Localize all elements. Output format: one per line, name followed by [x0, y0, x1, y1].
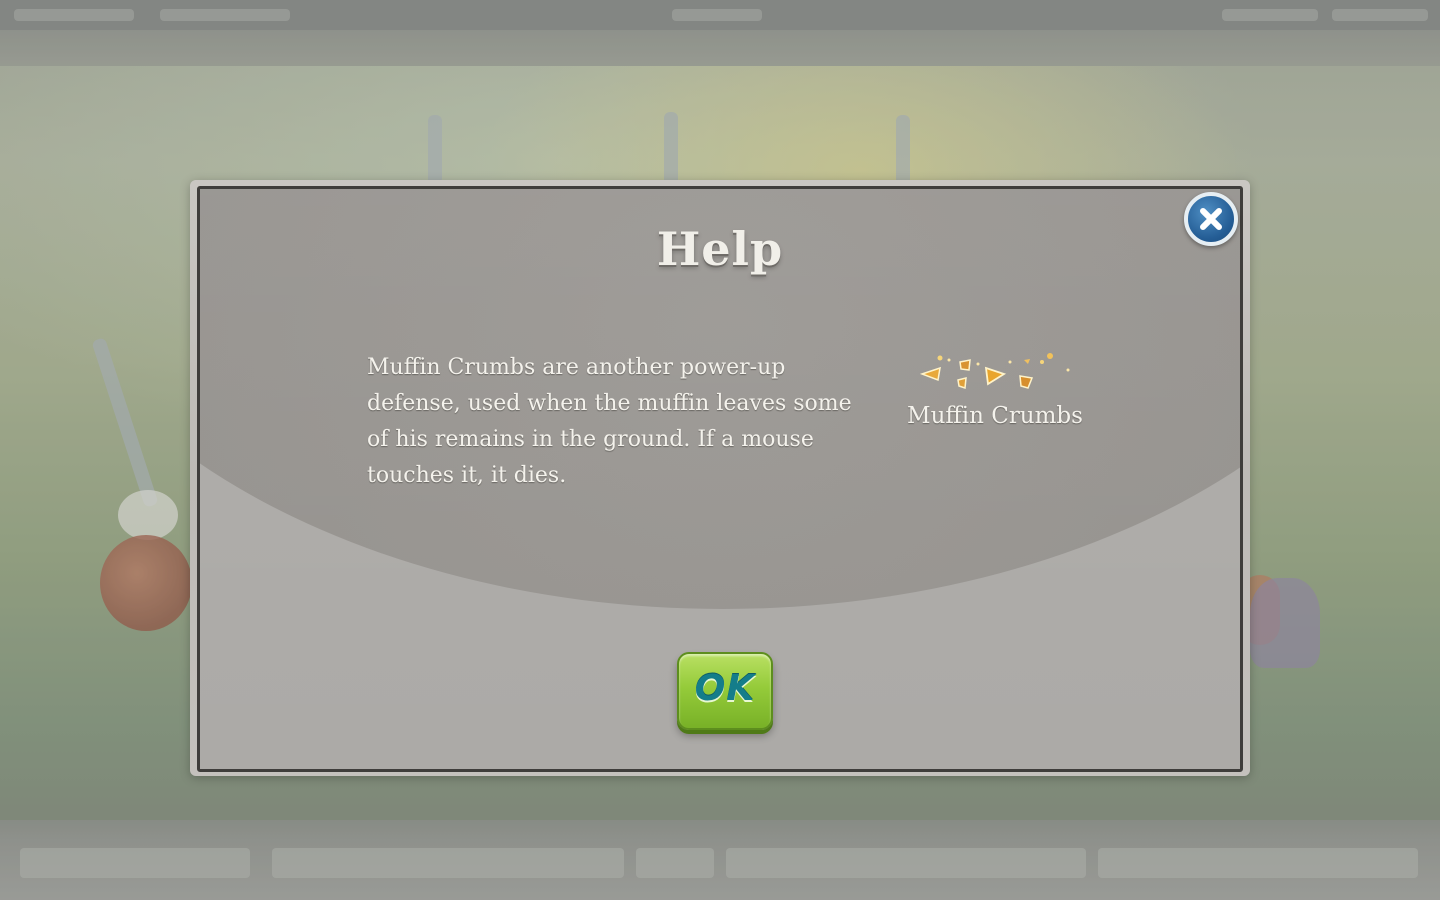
powerup-name: Muffin Crumbs [907, 403, 1083, 429]
ok-button[interactable]: OK [677, 652, 773, 730]
powerup-item: Muffin Crumbs [900, 348, 1090, 448]
close-button[interactable] [1184, 192, 1238, 246]
muffin-crumbs-icon [920, 353, 1070, 390]
help-description: Muffin Crumbs are another power-up defen… [367, 355, 852, 488]
close-icon [1200, 208, 1222, 230]
ok-button-label: OK [694, 668, 756, 709]
